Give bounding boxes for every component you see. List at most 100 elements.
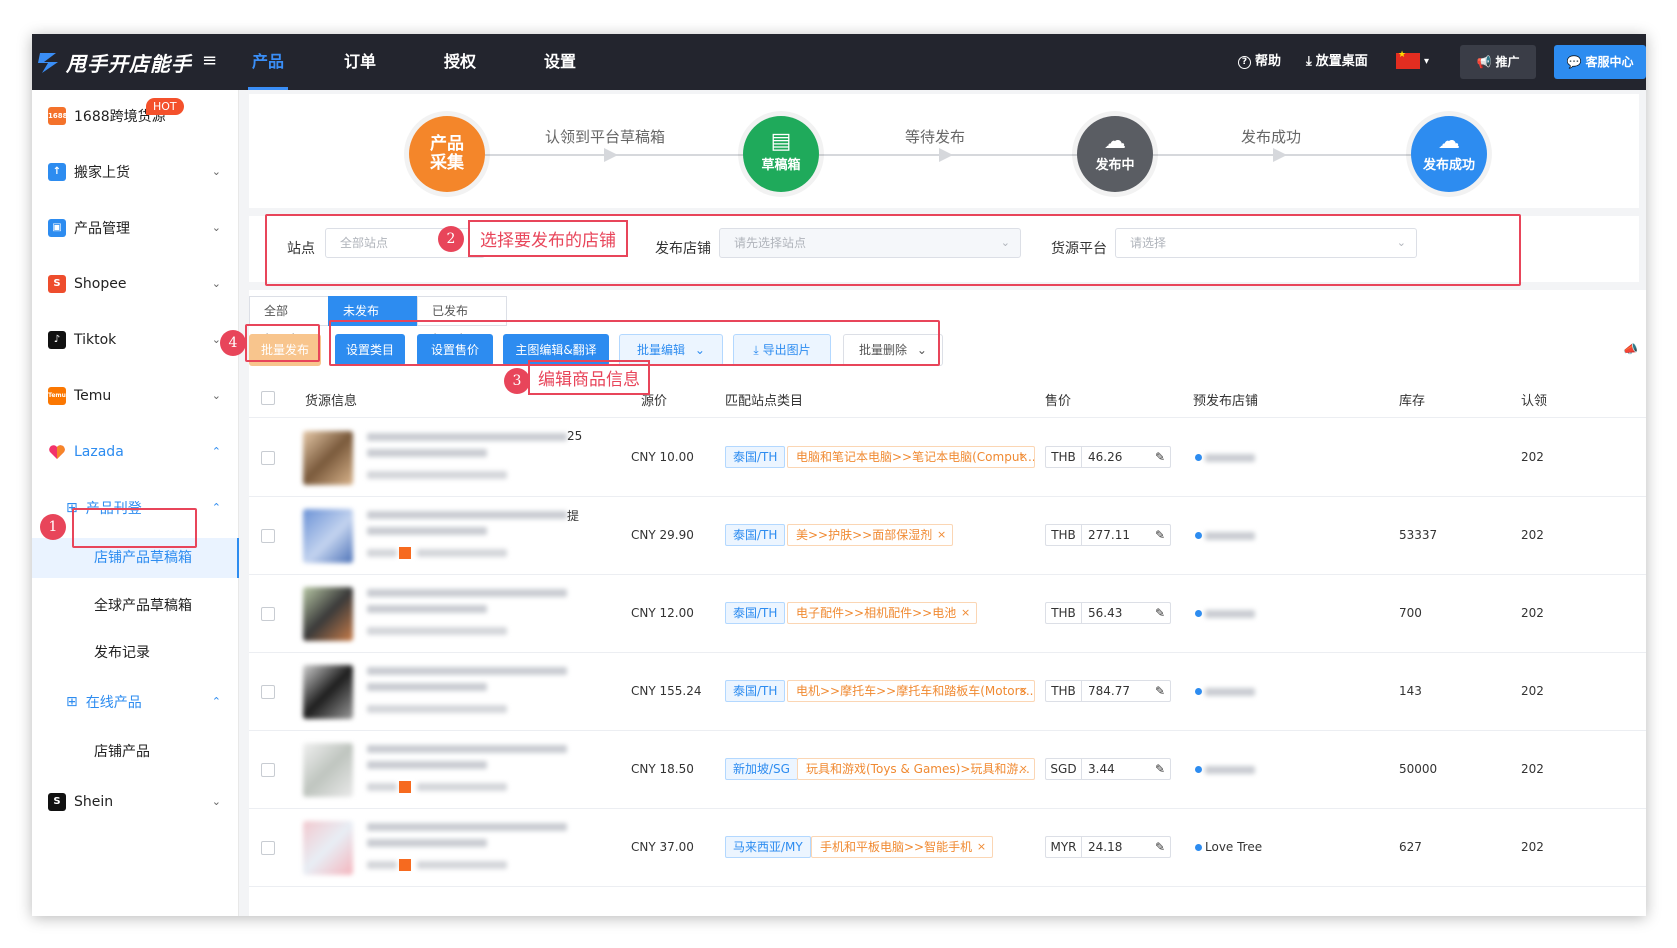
- edit-pen-icon[interactable]: ✎: [1150, 450, 1170, 464]
- annotation-box-1: [72, 508, 197, 548]
- source-badge-icon: [399, 781, 411, 793]
- nav-tab-products[interactable]: 产品: [238, 34, 298, 90]
- remove-icon[interactable]: ×: [1019, 681, 1028, 701]
- price-input[interactable]: THB 784.77 ✎: [1045, 680, 1171, 702]
- tab-all[interactable]: 全部(679): [249, 296, 329, 346]
- sidebar-item-temu[interactable]: Temu Temu ⌄: [32, 376, 239, 416]
- language-chevron-icon[interactable]: ▾: [1424, 34, 1429, 90]
- product-thumbnail[interactable]: [303, 821, 353, 875]
- blurred-title: [367, 667, 567, 675]
- step-label-success: 发布成功: [1241, 128, 1302, 146]
- customer-service-button[interactable]: 💬 客服中心: [1554, 45, 1646, 79]
- category-text: 电机>>摩托车>>摩托车和踏板车(Motors...: [796, 684, 1035, 698]
- claim-date: 202: [1521, 840, 1544, 854]
- sidebar-item-shop-products[interactable]: 店铺产品: [32, 732, 239, 772]
- sidebar-item-product-mgmt[interactable]: ▣ 产品管理 ⌄: [32, 208, 239, 248]
- nav-tab-settings[interactable]: 设置: [530, 34, 590, 90]
- remove-icon[interactable]: ×: [1019, 759, 1028, 779]
- blurred-title: [367, 527, 487, 535]
- sidebar-item-tiktok[interactable]: ♪ Tiktok ⌄: [32, 320, 239, 360]
- row-checkbox[interactable]: [261, 763, 275, 777]
- sidebar-item-1688[interactable]: 1688 1688跨境货源 HOT: [32, 96, 239, 136]
- price-value: 24.18: [1088, 840, 1123, 854]
- shop-name: Love Tree: [1205, 840, 1263, 854]
- category-tag[interactable]: 电机>>摩托车>>摩托车和踏板车(Motors... ×: [787, 680, 1035, 702]
- stock-value: 50000: [1399, 762, 1438, 776]
- product-thumbnail[interactable]: [303, 587, 353, 641]
- grid-icon: ⊞: [66, 694, 78, 710]
- blurred-title: [367, 683, 487, 691]
- app-logo[interactable]: 甩手开店能手: [32, 34, 272, 90]
- blurred-title: [367, 589, 567, 597]
- row-checkbox[interactable]: [261, 841, 275, 855]
- remove-icon[interactable]: ×: [977, 837, 986, 857]
- sidebar-label-migrate: 搬家上货: [74, 165, 130, 181]
- edit-pen-icon[interactable]: ✎: [1150, 840, 1170, 854]
- cost-price: CNY 155.24: [631, 684, 702, 698]
- title-tail: 提: [567, 509, 580, 523]
- remove-icon[interactable]: ×: [1019, 447, 1028, 467]
- price-input[interactable]: THB 56.43 ✎: [1045, 602, 1171, 624]
- table-row[interactable]: CNY 12.00 泰国/TH 电子配件>>相机配件>>电池 × THB 56.…: [249, 575, 1646, 653]
- table-row[interactable]: CNY 37.00 马来西亚/MY 手机和平板电脑>>智能手机 × MYR 24…: [249, 809, 1646, 887]
- help-link[interactable]: ? 帮助: [1238, 34, 1281, 90]
- price-input[interactable]: THB 277.11 ✎: [1045, 524, 1171, 546]
- edit-pen-icon[interactable]: ✎: [1150, 684, 1170, 698]
- row-checkbox[interactable]: [261, 685, 275, 699]
- remove-icon[interactable]: ×: [937, 525, 946, 545]
- sidebar-label-lazada: Lazada: [74, 444, 124, 460]
- price-input[interactable]: SGD 3.44 ✎: [1045, 758, 1171, 780]
- china-flag-icon[interactable]: [1396, 50, 1420, 69]
- nav-tab-auth[interactable]: 授权: [430, 34, 490, 90]
- category-tag[interactable]: 电子配件>>相机配件>>电池 ×: [787, 602, 978, 624]
- product-thumbnail[interactable]: [303, 665, 353, 719]
- sidebar-item-publish-log[interactable]: 发布记录: [32, 633, 239, 673]
- row-checkbox[interactable]: [261, 607, 275, 621]
- row-checkbox[interactable]: [261, 529, 275, 543]
- table-row[interactable]: CNY 155.24 泰国/TH 电机>>摩托车>>摩托车和踏板车(Motors…: [249, 653, 1646, 731]
- edit-pen-icon[interactable]: ✎: [1150, 606, 1170, 620]
- step-drafts: ▤ 草稿箱: [743, 116, 819, 192]
- promote-button[interactable]: 📢 推广: [1460, 45, 1536, 79]
- nav-tab-orders[interactable]: 订单: [330, 34, 390, 90]
- blurred-title: [367, 511, 567, 519]
- category-tag[interactable]: 电脑和笔记本电脑>>笔记本电脑(Comput... ×: [787, 446, 1035, 468]
- sidebar-item-global-drafts[interactable]: 全球产品草稿箱: [32, 586, 239, 626]
- edit-pen-icon[interactable]: ✎: [1150, 528, 1170, 542]
- col-category: 匹配站点类目: [725, 394, 804, 409]
- blurred-title: [367, 839, 487, 847]
- sidebar-item-lazada[interactable]: Lazada ⌃: [32, 432, 239, 472]
- price-input[interactable]: MYR 24.18 ✎: [1045, 836, 1171, 858]
- currency-code: THB: [1046, 681, 1082, 701]
- sidebar-item-shein[interactable]: S Shein ⌄: [32, 782, 239, 822]
- currency-code: THB: [1046, 525, 1082, 545]
- product-thumbnail[interactable]: [303, 509, 353, 563]
- desktop-link[interactable]: ⤓ 放置桌面: [1306, 34, 1368, 90]
- price-input[interactable]: THB 46.26 ✎: [1045, 446, 1171, 468]
- table-row[interactable]: 提 CNY 29.90 泰国/TH 美>>护肤>>面部保湿剂 × THB 277…: [249, 497, 1646, 575]
- category-tag[interactable]: 美>>护肤>>面部保湿剂 ×: [787, 524, 954, 546]
- edit-pen-icon[interactable]: ✎: [1150, 762, 1170, 776]
- table-row[interactable]: 25 CNY 10.00 泰国/TH 电脑和笔记本电脑>>笔记本电脑(Compu…: [249, 419, 1646, 497]
- shop-status-dot: [1195, 844, 1202, 851]
- category-tag[interactable]: 手机和平板电脑>>智能手机 ×: [811, 836, 994, 858]
- product-thumbnail[interactable]: [303, 431, 353, 485]
- menu-toggle-icon[interactable]: ≡: [202, 50, 217, 71]
- product-thumbnail[interactable]: [303, 743, 353, 797]
- annotation-number-3: 3: [504, 368, 530, 394]
- table-row[interactable]: CNY 18.50 新加坡/SG 玩具和游戏(Toys & Games)>玩具和…: [249, 731, 1646, 809]
- sidebar-item-shopee[interactable]: S Shopee ⌄: [32, 264, 239, 304]
- select-all-checkbox[interactable]: [261, 391, 275, 405]
- sidebar-item-migrate[interactable]: ↑ 搬家上货 ⌄: [32, 152, 239, 192]
- temu-icon: Temu: [48, 387, 66, 405]
- sidebar-sub-online[interactable]: ⊞ 在线产品 ⌃: [32, 682, 239, 722]
- row-checkbox[interactable]: [261, 451, 275, 465]
- download-icon: ⤓: [1306, 54, 1312, 69]
- sidebar-label-temu: Temu: [74, 388, 112, 404]
- category-text: 美>>护肤>>面部保湿剂: [796, 528, 933, 542]
- stock-value: 143: [1399, 684, 1422, 698]
- blurred-title: [367, 449, 487, 457]
- announcement-icon[interactable]: 📣: [1623, 342, 1638, 356]
- category-tag[interactable]: 玩具和游戏(Toys & Games)>玩具和游... ×: [797, 758, 1035, 780]
- remove-icon[interactable]: ×: [961, 603, 970, 623]
